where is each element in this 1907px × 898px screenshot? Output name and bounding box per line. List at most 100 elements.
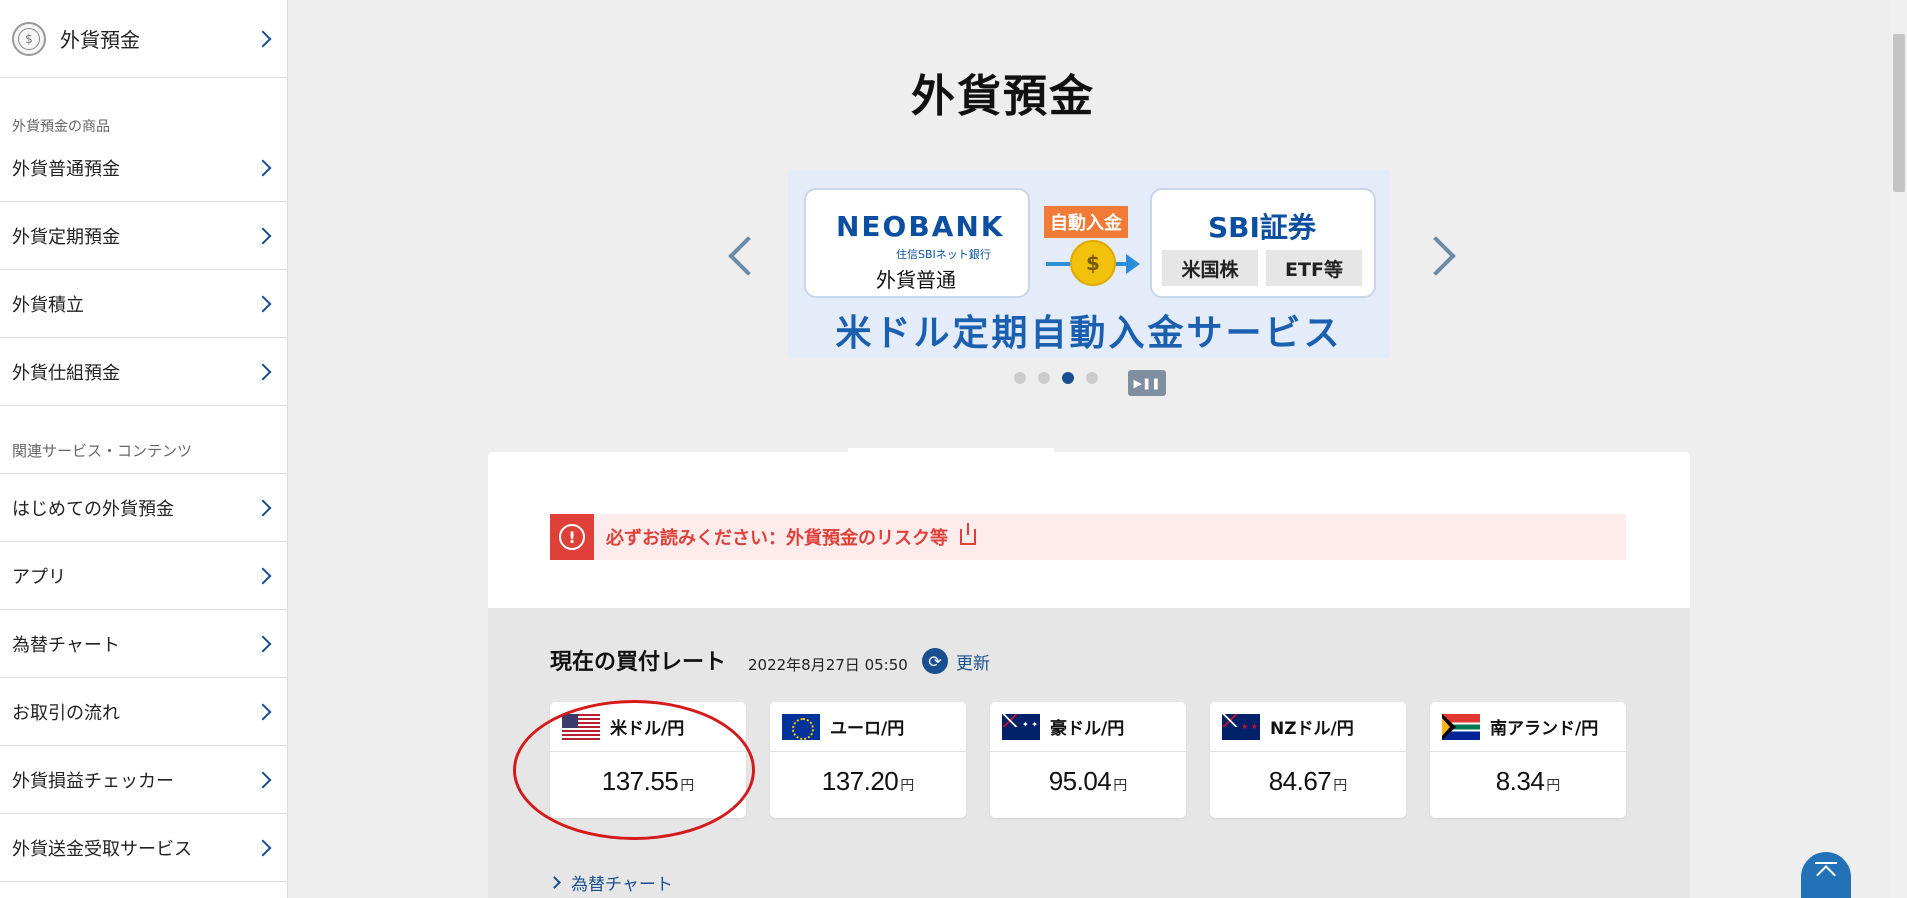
sidebar-item-label: 外貨積立 — [12, 294, 84, 316]
sidebar-item-fx-chart[interactable]: 為替チャート — [0, 610, 287, 678]
annotation-circle — [513, 700, 755, 840]
gold-coin-icon: $ — [1070, 240, 1116, 286]
sidebar-item-label: 外貨預金 — [60, 28, 140, 52]
chevron-right-icon — [254, 227, 272, 244]
scrollbar[interactable] — [1891, 0, 1907, 898]
rate-card-header: NZドル/円 — [1210, 702, 1406, 752]
rate-number: 84.67 — [1268, 766, 1332, 796]
sidebar-item-label: 外貨損益チェッカー — [12, 770, 174, 792]
currency-pair: 南アランド/円 — [1490, 719, 1599, 739]
rates-timestamp: 2022年8月27日 05:50 — [748, 656, 908, 674]
neobank-subtitle: 住信SBIネット銀行 — [896, 248, 991, 261]
neobank-account-label: 外貨普通 — [876, 268, 956, 292]
sbi-logo: SBI証券 — [1208, 211, 1316, 244]
rate-card-header: 豪ドル/円 — [990, 702, 1186, 752]
chevron-right-icon — [254, 363, 272, 380]
neobank-box: NEOBANK 住信SBIネット銀行 外貨普通 — [804, 188, 1030, 298]
fx-chart-link-label: 為替チャート — [571, 875, 673, 895]
back-to-top-button[interactable] — [1801, 852, 1851, 898]
fx-chart-link[interactable]: 為替チャート — [548, 870, 673, 895]
external-link-icon — [960, 523, 976, 545]
sidebar-item-accumulation[interactable]: 外貨積立 — [0, 270, 287, 338]
rate-card-eur[interactable]: ユーロ/円 137.20 円 — [770, 702, 966, 818]
carousel-dot[interactable] — [1086, 372, 1098, 384]
chevron-right-icon — [254, 839, 272, 856]
rate-card-nzd[interactable]: NZドル/円 84.67円 — [1210, 702, 1406, 818]
sidebar-item-pnl-checker[interactable]: 外貨損益チェッカー — [0, 746, 287, 814]
page-title: 外貨預金 — [911, 71, 1095, 122]
currency-pair: 豪ドル/円 — [1050, 719, 1125, 739]
au-flag-icon — [1002, 713, 1040, 740]
rates-title: 現在の買付レート — [550, 650, 727, 675]
carousel-dot[interactable] — [1014, 372, 1026, 384]
sidebar: $ 外貨預金 外貨預金の商品 外貨普通預金 外貨定期預金 外貨積立 外貨仕組預金… — [0, 0, 288, 898]
sidebar-section-products: 外貨預金の商品 — [12, 119, 110, 135]
sidebar-item-remittance[interactable]: 外貨送金受取サービス — [0, 814, 287, 882]
sidebar-item-label: お取引の流れ — [12, 702, 120, 724]
sidebar-item-beginners[interactable]: はじめての外貨預金 — [0, 474, 287, 542]
sidebar-item-fx-deposit[interactable]: $ 外貨預金 — [0, 0, 287, 78]
rate-value: 8.34 円 — [1430, 766, 1626, 797]
rate-unit: 円 — [900, 778, 915, 794]
sidebar-item-label: 為替チャート — [12, 634, 120, 656]
etf-chip: ETF等 — [1266, 250, 1362, 286]
rate-number: 8.34 — [1495, 766, 1545, 796]
banner-title: 米ドル定期自動入金サービス — [835, 313, 1343, 354]
rate-card-aud[interactable]: 豪ドル/円 95.04円 — [990, 702, 1186, 818]
rate-card-header: 南アランド/円 — [1430, 702, 1626, 752]
auto-deposit-tag: 自動入金 — [1044, 206, 1128, 238]
nz-flag-icon — [1222, 713, 1260, 740]
dollar-coin-icon: $ — [12, 21, 46, 56]
us-stock-chip: 米国株 — [1162, 250, 1258, 286]
sidebar-item-app[interactable]: アプリ — [0, 542, 287, 610]
chevron-right-icon — [254, 159, 272, 176]
carousel-dot[interactable] — [1038, 372, 1050, 384]
carousel-next-button[interactable] — [1416, 236, 1456, 276]
refresh-button[interactable]: ⟳ 更新 — [922, 648, 990, 674]
sidebar-item-label: アプリ — [12, 566, 66, 588]
arrow-head-icon — [1126, 254, 1140, 274]
chevron-right-icon — [254, 635, 272, 652]
sidebar-item-label: 外貨仕組預金 — [12, 362, 120, 384]
chevron-right-icon — [254, 771, 272, 788]
risk-notice-text: 必ずお読みください：外貨預金のリスク等 — [606, 528, 948, 549]
currency-pair: NZドル/円 — [1270, 719, 1354, 739]
rate-number: 137.20 — [821, 766, 899, 796]
sidebar-item-label: 外貨普通預金 — [12, 158, 120, 180]
chevron-right-icon — [254, 499, 272, 516]
warning-icon: ! — [550, 514, 594, 560]
rate-unit: 円 — [1113, 778, 1128, 794]
sidebar-item-label: はじめての外貨預金 — [12, 498, 174, 520]
carousel-play-pause-button[interactable]: ▶❚❚ — [1128, 370, 1166, 396]
sidebar-section-services: 関連サービス・コンテンツ — [0, 406, 287, 474]
back-to-top-bar — [1815, 862, 1837, 864]
sidebar-item-trade-flow[interactable]: お取引の流れ — [0, 678, 287, 746]
rate-card-zar[interactable]: 南アランド/円 8.34 円 — [1430, 702, 1626, 818]
refresh-label: 更新 — [956, 653, 990, 674]
rate-value: 84.67 円 — [1210, 766, 1406, 797]
carousel-dot-active[interactable] — [1062, 372, 1074, 384]
sidebar-item-ordinary-deposit[interactable]: 外貨普通預金 — [0, 134, 287, 202]
rate-number: 95.04 — [1048, 766, 1112, 796]
rate-unit: 円 — [1333, 778, 1348, 794]
chevron-up-icon — [1816, 865, 1836, 885]
carousel-prev-button[interactable] — [728, 236, 768, 276]
chevron-right-icon — [548, 876, 561, 889]
sidebar-item-structured-deposit[interactable]: 外貨仕組預金 — [0, 338, 287, 406]
refresh-icon: ⟳ — [922, 648, 948, 674]
promo-banner[interactable]: NEOBANK 住信SBIネット銀行 外貨普通 自動入金 $ SBI証券 米国株… — [788, 170, 1390, 358]
eu-flag-icon — [782, 713, 820, 740]
scrollbar-thumb[interactable] — [1893, 34, 1905, 192]
sbi-box: SBI証券 米国株 ETF等 — [1150, 188, 1376, 298]
chevron-right-icon — [254, 703, 272, 720]
neobank-logo: NEOBANK — [836, 210, 1005, 243]
sidebar-item-time-deposit[interactable]: 外貨定期預金 — [0, 202, 287, 270]
sidebar-item-label: 外貨送金受取サービス — [12, 838, 192, 860]
chevron-right-icon — [254, 295, 272, 312]
risk-notice-link[interactable]: ! 必ずお読みください：外貨預金のリスク等 — [550, 514, 1626, 560]
chevron-right-icon — [254, 30, 272, 47]
za-flag-icon — [1442, 713, 1480, 740]
carousel-dots — [1014, 372, 1098, 384]
currency-pair: ユーロ/円 — [830, 719, 905, 739]
rate-card-header: ユーロ/円 — [770, 702, 966, 752]
